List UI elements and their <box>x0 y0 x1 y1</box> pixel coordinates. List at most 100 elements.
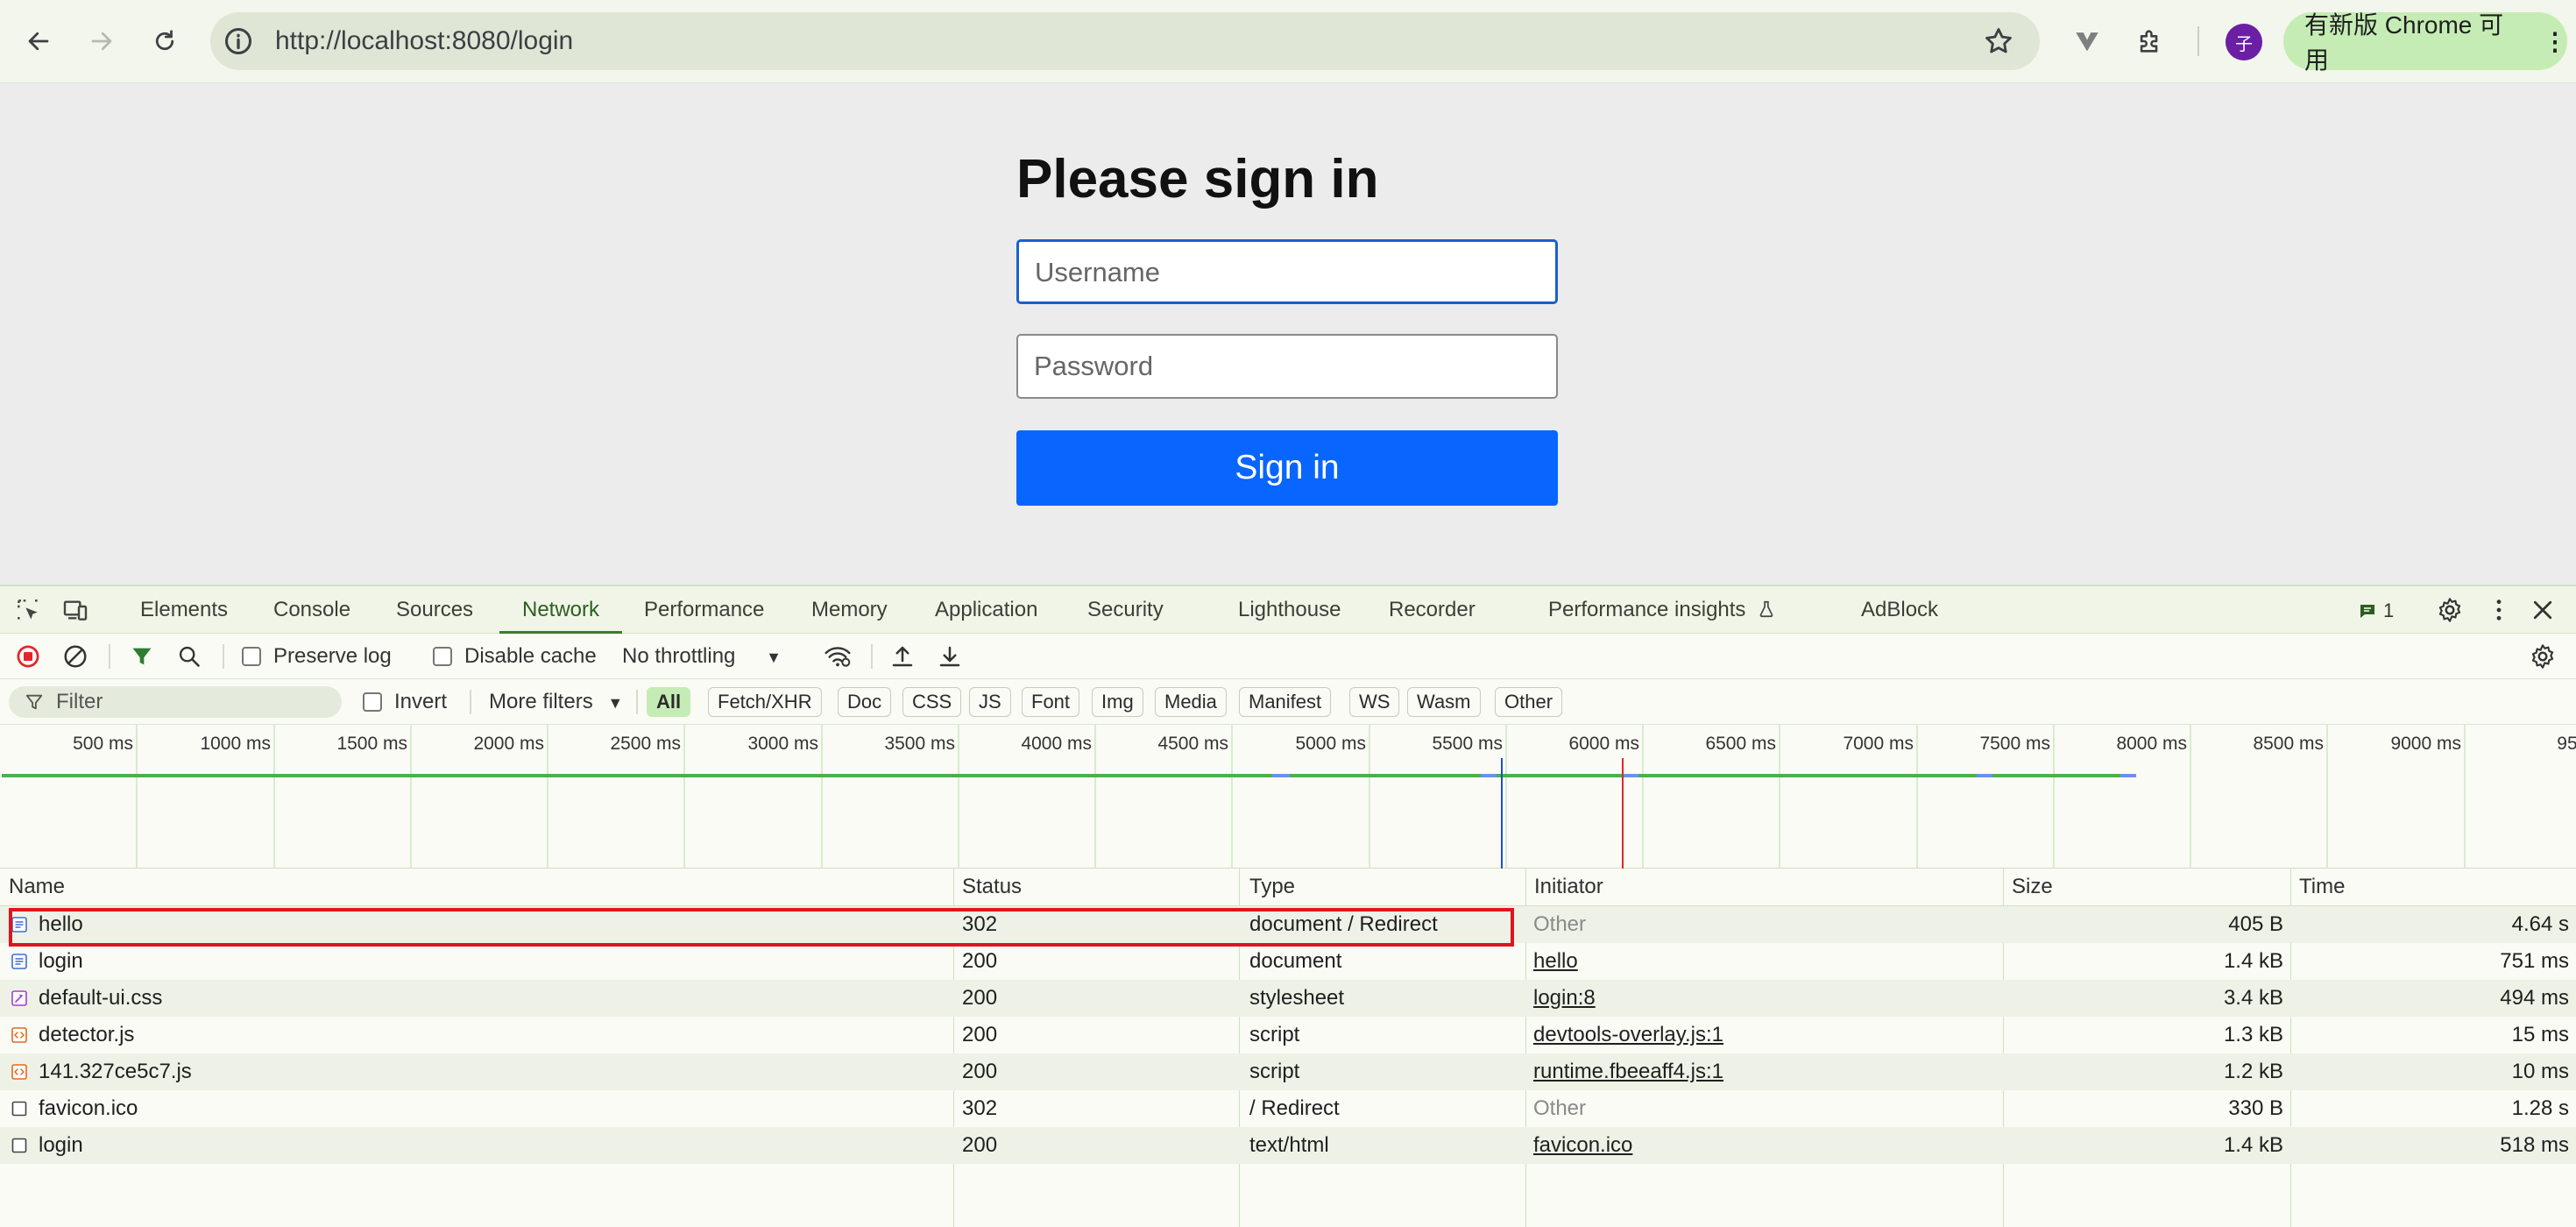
filter-type-font[interactable]: Font <box>1022 687 1080 717</box>
table-row[interactable]: login 200 text/html favicon.ico 1.4 kB 518 ms <box>0 1127 2576 1164</box>
request-initiator[interactable]: hello <box>1533 943 1578 980</box>
filter-type-wasm[interactable]: Wasm <box>1407 687 1481 717</box>
inspect-element-icon[interactable] <box>11 592 46 628</box>
request-initiator[interactable]: devtools-overlay.js:1 <box>1533 1017 1723 1053</box>
throttling-select[interactable]: No throttling ▼ <box>622 644 782 670</box>
password-input[interactable]: Password <box>1016 334 1558 399</box>
filter-divider <box>470 690 471 714</box>
tab-memory[interactable]: Memory <box>811 586 888 634</box>
filter-type-all[interactable]: All <box>647 687 691 717</box>
filter-type-css[interactable]: CSS <box>902 687 962 717</box>
highlight-annotation <box>9 908 1514 947</box>
more-filters-dropdown[interactable]: More filters ▼ <box>489 690 623 715</box>
column-header-size[interactable]: Size <box>2012 869 2053 905</box>
column-header-type[interactable]: Type <box>1249 869 1295 905</box>
timeline-tick-label: 3000 ms <box>747 734 818 754</box>
extensions-puzzle-icon[interactable] <box>2129 20 2171 62</box>
network-conditions-icon[interactable] <box>820 639 855 674</box>
tab-application[interactable]: Application <box>935 586 1037 634</box>
filter-type-other[interactable]: Other <box>1495 687 1563 717</box>
reload-button[interactable] <box>144 20 186 62</box>
filter-type-js[interactable]: JS <box>969 687 1011 717</box>
filter-placeholder: Filter <box>56 690 103 713</box>
table-row[interactable]: detector.js 200 script devtools-overlay.js:… <box>0 1017 2576 1053</box>
profile-avatar[interactable]: 子 <box>2226 24 2262 60</box>
request-status: 302 <box>962 1096 998 1120</box>
tab-performance-insights[interactable]: Performance insights <box>1548 586 1776 634</box>
search-icon[interactable] <box>172 639 207 674</box>
more-menu-icon[interactable]: ⋮ <box>2543 27 2567 56</box>
timeline-tick-label: 7500 ms <box>1979 734 2050 754</box>
reload-icon <box>155 30 174 51</box>
sign-in-button[interactable]: Sign in <box>1016 430 1558 506</box>
request-size: 1.4 kB <box>2223 949 2283 973</box>
back-button[interactable] <box>18 20 60 62</box>
disable-cache-checkbox[interactable] <box>433 647 452 666</box>
request-initiator[interactable]: favicon.ico <box>1533 1127 1632 1164</box>
tab-sources[interactable]: Sources <box>396 586 473 634</box>
tab-lighthouse[interactable]: Lighthouse <box>1238 586 1341 634</box>
preserve-log-checkbox[interactable] <box>242 647 261 666</box>
table-row[interactable]: favicon.ico 302 / Redirect Other 330 B 1.28 s <box>0 1090 2576 1127</box>
clear-icon[interactable] <box>58 639 93 674</box>
extension-v-icon[interactable] <box>2066 20 2108 62</box>
request-size: 1.4 kB <box>2223 1133 2283 1157</box>
update-label: 有新版 Chrome 可用 <box>2304 11 2504 74</box>
request-name: login <box>39 949 83 973</box>
timeline-tick-label: 5000 ms <box>1295 734 1366 754</box>
tab-elements[interactable]: Elements <box>140 586 228 634</box>
tab-security[interactable]: Security <box>1087 586 1164 634</box>
devtools-more-icon[interactable] <box>2481 592 2516 628</box>
table-row[interactable]: login 200 document hello 1.4 kB 751 ms <box>0 943 2576 980</box>
requests-table: Name Status Type Initiator Size Time hel… <box>0 869 2576 1227</box>
address-bar[interactable]: http://localhost:8080/login <box>210 12 2040 70</box>
flask-icon <box>1759 600 1773 618</box>
table-row[interactable]: 141.327ce5c7.js 200 script runtime.fbeeaff4… <box>0 1053 2576 1090</box>
site-info-icon[interactable] <box>223 25 254 57</box>
filter-divider <box>636 690 638 714</box>
tab-performance[interactable]: Performance <box>644 586 764 634</box>
filter-funnel-icon[interactable] <box>124 639 159 674</box>
forward-button[interactable] <box>81 20 123 62</box>
filter-type-doc[interactable]: Doc <box>838 687 892 717</box>
table-row[interactable]: default-ui.css 200 stylesheet login:8 3.4 kB… <box>0 980 2576 1017</box>
column-header-status[interactable]: Status <box>962 869 1022 905</box>
url-text[interactable]: http://localhost:8080/login <box>275 26 573 56</box>
timeline-tick-label: 1000 ms <box>200 734 271 754</box>
request-initiator[interactable]: login:8 <box>1533 980 1596 1017</box>
issues-counter[interactable]: 1 <box>2357 595 2394 627</box>
network-settings-gear-icon[interactable] <box>2525 639 2560 674</box>
network-overview[interactable]: 500 ms 1000 ms 1500 ms 2000 ms 2500 ms 3000 m… <box>0 725 2576 869</box>
column-header-time[interactable]: Time <box>2299 869 2345 905</box>
tab-recorder[interactable]: Recorder <box>1389 586 1476 634</box>
filter-type-media[interactable]: Media <box>1155 687 1227 717</box>
page-title: Please sign in <box>1016 149 1379 209</box>
filter-type-manifest[interactable]: Manifest <box>1239 687 1332 717</box>
filter-type-ws[interactable]: WS <box>1349 687 1400 717</box>
record-stop-icon[interactable] <box>11 639 46 674</box>
column-header-name[interactable]: Name <box>9 869 65 905</box>
close-devtools-icon[interactable] <box>2525 592 2560 628</box>
settings-gear-icon[interactable] <box>2432 592 2467 628</box>
filter-input[interactable]: Filter <box>9 686 342 718</box>
export-har-icon[interactable] <box>932 639 967 674</box>
login-page: Please sign in Username Password Sign in <box>0 83 2576 585</box>
invert-checkbox[interactable] <box>363 692 382 712</box>
timeline-tick-label: 4500 ms <box>1157 734 1228 754</box>
filter-type-fetch-xhr[interactable]: Fetch/XHR <box>708 687 822 717</box>
device-toolbar-icon[interactable] <box>58 592 93 628</box>
filter-type-img[interactable]: Img <box>1092 687 1143 717</box>
tab-network[interactable]: Network <box>499 586 622 634</box>
tab-adblock[interactable]: AdBlock <box>1861 586 1938 634</box>
import-har-icon[interactable] <box>885 639 920 674</box>
bookmark-star-icon[interactable] <box>1982 25 2015 58</box>
username-input[interactable]: Username <box>1016 239 1558 304</box>
arrow-left-icon <box>28 32 49 51</box>
request-size: 3.4 kB <box>2223 986 2283 1010</box>
request-initiator[interactable]: runtime.fbeeaff4.js:1 <box>1533 1053 1723 1090</box>
column-header-initiator[interactable]: Initiator <box>1534 869 1603 905</box>
chrome-update-button[interactable]: 有新版 Chrome 可用 ⋮ <box>2283 11 2567 74</box>
overview-timeline: 500 ms 1000 ms 1500 ms 2000 ms 2500 ms 3000 m… <box>2 725 2576 869</box>
tab-console[interactable]: Console <box>273 586 350 634</box>
timeline-tick-label: 8000 ms <box>2116 734 2187 754</box>
